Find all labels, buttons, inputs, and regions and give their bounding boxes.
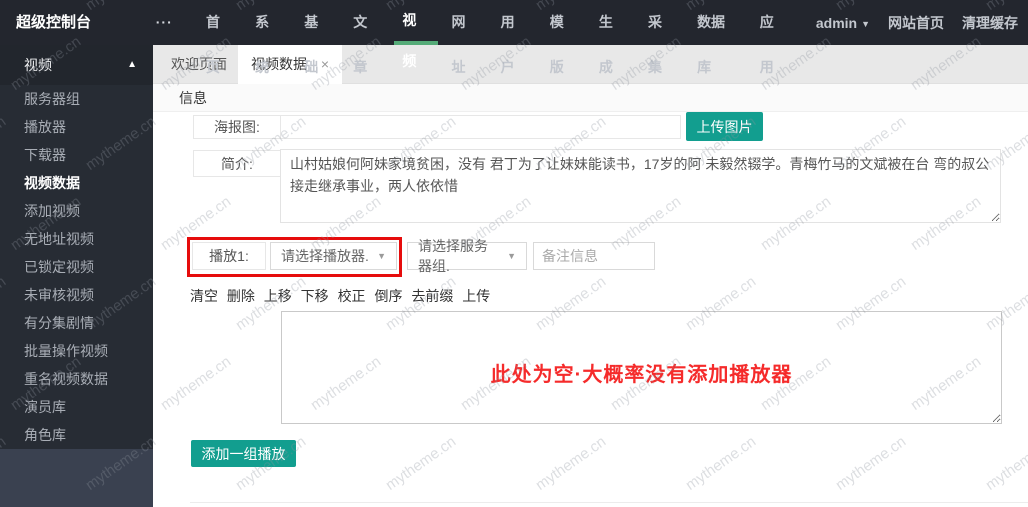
sidebar-item-no-address-video[interactable]: 无地址视频 <box>0 225 153 253</box>
nav-item-video[interactable]: 视频 <box>394 0 437 45</box>
action-correct[interactable]: 校正 <box>338 288 366 304</box>
nav-item-collect[interactable]: 采集 <box>640 0 683 45</box>
clear-cache-link[interactable]: 清理缓存 <box>962 13 1018 33</box>
panel-header[interactable]: 信息 <box>153 84 1028 112</box>
nav-item-database[interactable]: 数据库 <box>689 0 746 45</box>
intro-label: 简介: <box>193 150 281 177</box>
nav-item-article[interactable]: 文章 <box>345 0 388 45</box>
sidebar-item-batch-operate[interactable]: 批量操作视频 <box>0 337 153 365</box>
sidebar-item-server-group[interactable]: 服务器组 <box>0 85 153 113</box>
nav-item-home[interactable]: 首页 <box>198 0 241 45</box>
sidebar-item-add-video[interactable]: 添加视频 <box>0 197 153 225</box>
poster-input[interactable] <box>280 115 681 139</box>
playlist-textarea[interactable] <box>281 311 1002 424</box>
player-select-value: 请选择播放器. <box>281 246 369 266</box>
action-clear[interactable]: 清空 <box>190 288 218 304</box>
sidebar-item-duplicate-video[interactable]: 重名视频数据 <box>0 365 153 393</box>
server-group-select[interactable]: 请选择服务器组. ▼ <box>407 242 527 270</box>
sidebar-menu: 视频 ▲ 服务器组 播放器 下载器 视频数据 添加视频 无地址视频 已锁定视频 … <box>0 45 153 449</box>
topbar-right: admin ▼ 网站首页 清理缓存 <box>798 0 1028 45</box>
player-select[interactable]: 请选择播放器. ▼ <box>270 242 397 270</box>
tab-welcome[interactable]: 欢迎页面 <box>160 45 238 84</box>
playlist-actions: 清空 删除 上移 下移 校正 倒序 去前缀 上传 <box>190 286 495 306</box>
intro-textarea[interactable]: 山村姑娘何阿妹家境贫困，没有 君丁为了让妹妹能读书，17岁的阿 未毅然辍学。青梅… <box>280 149 1001 223</box>
action-move-up[interactable]: 上移 <box>264 288 292 304</box>
nav-item-user[interactable]: 用户 <box>493 0 536 45</box>
top-nav: 首页 系统 基础 文章 视频 网址 用户 模版 生成 采集 数据库 应用 <box>195 0 798 45</box>
nav-item-app[interactable]: 应用 <box>752 0 795 45</box>
sidebar-group-video[interactable]: 视频 ▲ <box>0 45 153 85</box>
note-input[interactable] <box>533 242 655 270</box>
action-move-down[interactable]: 下移 <box>301 288 329 304</box>
username: admin <box>816 15 857 31</box>
tab-video-data[interactable]: 视频数据 × <box>238 45 342 84</box>
nav-item-generate[interactable]: 生成 <box>591 0 634 45</box>
sidebar-item-unreviewed-video[interactable]: 未审核视频 <box>0 281 153 309</box>
poster-label: 海报图: <box>193 115 281 139</box>
action-upload[interactable]: 上传 <box>462 288 490 304</box>
sidebar-item-actor-library[interactable]: 演员库 <box>0 393 153 421</box>
chevron-down-icon: ▼ <box>861 19 870 29</box>
nav-item-system[interactable]: 系统 <box>247 0 290 45</box>
action-reverse[interactable]: 倒序 <box>374 288 402 304</box>
nav-item-url[interactable]: 网址 <box>444 0 487 45</box>
sidebar-item-downloader[interactable]: 下载器 <box>0 141 153 169</box>
chevron-up-icon: ▲ <box>127 45 137 85</box>
divider <box>190 502 1028 503</box>
action-remove-prefix[interactable]: 去前缀 <box>411 288 453 304</box>
nav-item-basic[interactable]: 基础 <box>296 0 339 45</box>
chevron-down-icon: ▼ <box>371 251 386 261</box>
sidebar-item-player[interactable]: 播放器 <box>0 113 153 141</box>
chevron-down-icon: ▼ <box>501 251 516 261</box>
app-title: 超级控制台 <box>0 0 148 45</box>
upload-image-button[interactable]: 上传图片 <box>686 112 763 141</box>
site-home-link[interactable]: 网站首页 <box>888 13 944 33</box>
sidebar: 视频 ▲ 服务器组 播放器 下载器 视频数据 添加视频 无地址视频 已锁定视频 … <box>0 45 153 507</box>
sidebar-item-episode-plot[interactable]: 有分集剧情 <box>0 309 153 337</box>
sidebar-group-title: 视频 <box>24 57 52 73</box>
add-play-group-button[interactable]: 添加一组播放 <box>191 440 296 467</box>
play-label: 播放1: <box>192 242 266 270</box>
action-delete[interactable]: 删除 <box>227 288 255 304</box>
page: 超级控制台 ··· 首页 系统 基础 文章 视频 网址 用户 模版 生成 采集 … <box>0 0 1028 507</box>
sidebar-item-role-library[interactable]: 角色库 <box>0 421 153 449</box>
more-icon[interactable]: ··· <box>148 0 181 45</box>
nav-item-template[interactable]: 模版 <box>542 0 585 45</box>
tab-bar: 欢迎页面 视频数据 × <box>153 45 1028 84</box>
close-icon[interactable]: × <box>321 56 329 72</box>
user-menu[interactable]: admin ▼ <box>816 15 870 31</box>
sidebar-item-locked-video[interactable]: 已锁定视频 <box>0 253 153 281</box>
server-group-select-value: 请选择服务器组. <box>418 236 501 276</box>
topbar: 超级控制台 ··· 首页 系统 基础 文章 视频 网址 用户 模版 生成 采集 … <box>0 0 1028 45</box>
sidebar-item-video-data[interactable]: 视频数据 <box>0 169 153 197</box>
